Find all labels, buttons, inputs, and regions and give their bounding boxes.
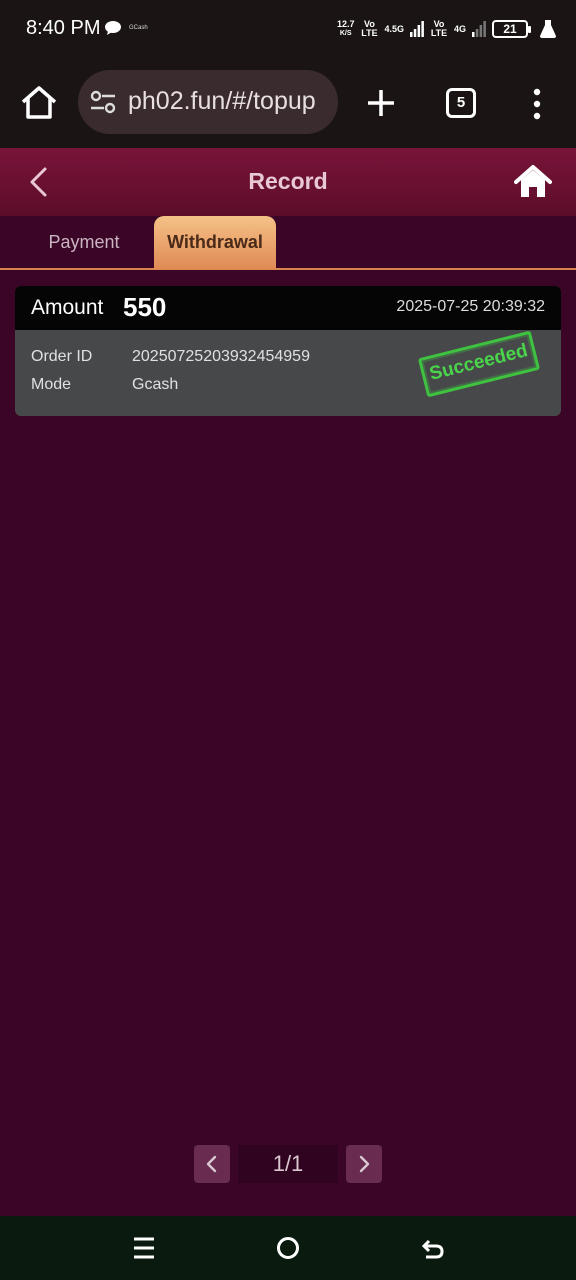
mode-label: Mode [31, 376, 72, 393]
status-time: 8:40 PM [26, 17, 101, 39]
next-page-button[interactable] [346, 1145, 382, 1183]
status-indicators: 12.7 K/S Vo LTE 4.5G Vo LTE 4G 21 [337, 15, 556, 43]
record-tabs: Payment Withdrawal [0, 216, 576, 270]
page-header: Record [0, 148, 576, 216]
page-indicator: 1/1 [238, 1145, 338, 1183]
sim2-network: 4G [453, 23, 466, 34]
more-menu-icon[interactable] [526, 86, 548, 122]
url-text: ph02.fun/#/topup [128, 87, 316, 115]
amount-value: 550 [123, 292, 167, 322]
chat-bubble-icon [105, 21, 121, 35]
home-icon[interactable] [514, 164, 552, 200]
site-settings-icon[interactable] [90, 90, 116, 114]
home-icon[interactable] [20, 84, 58, 122]
record-datetime: 2025-07-25 20:39:32 [396, 298, 545, 315]
net-speed: 12.7 K/S [336, 19, 355, 38]
status-bar: 8:40 PM GCash 12.7 K/S Vo LTE 4.5G Vo LTE… [0, 0, 576, 60]
flask-icon [540, 20, 556, 38]
system-nav-bar [0, 1216, 576, 1280]
record-card: Amount 550 2025-07-25 20:39:32 Order ID … [15, 286, 561, 416]
chevron-right-icon [359, 1155, 370, 1173]
sim1-volte: Vo LTE [361, 19, 378, 38]
order-id-label: Order ID [31, 348, 93, 365]
sim1-network: 4.5G [384, 23, 404, 34]
record-card-header: Amount 550 2025-07-25 20:39:32 [15, 286, 561, 330]
recent-apps-icon[interactable] [132, 1236, 156, 1260]
tab-withdrawal[interactable]: Withdrawal [154, 216, 276, 269]
signal-icon [409, 21, 424, 37]
signal-weak-icon [472, 21, 486, 37]
new-tab-icon[interactable] [364, 84, 398, 122]
chevron-left-icon [206, 1155, 217, 1173]
order-id-value: 20250725203932454959 [132, 348, 310, 365]
browser-toolbar: ph02.fun/#/topup 5 [0, 60, 576, 148]
tab-payment[interactable]: Payment [28, 232, 140, 253]
status-stamp: Succeeded [417, 330, 541, 398]
amount-label: Amount [31, 296, 104, 319]
back-nav-icon[interactable] [420, 1236, 444, 1260]
page-title: Record [248, 168, 328, 194]
sim2-volte: Vo LTE [430, 19, 448, 38]
home-nav-icon[interactable] [276, 1236, 300, 1260]
battery-icon: 21 [492, 20, 531, 38]
pagination: 1/1 [194, 1145, 382, 1183]
address-bar[interactable]: ph02.fun/#/topup [78, 70, 338, 134]
notification-app-label: GCash [129, 25, 148, 31]
tab-switcher-button[interactable]: 5 [446, 88, 476, 118]
prev-page-button[interactable] [194, 1145, 230, 1183]
mode-value: Gcash [132, 376, 179, 393]
